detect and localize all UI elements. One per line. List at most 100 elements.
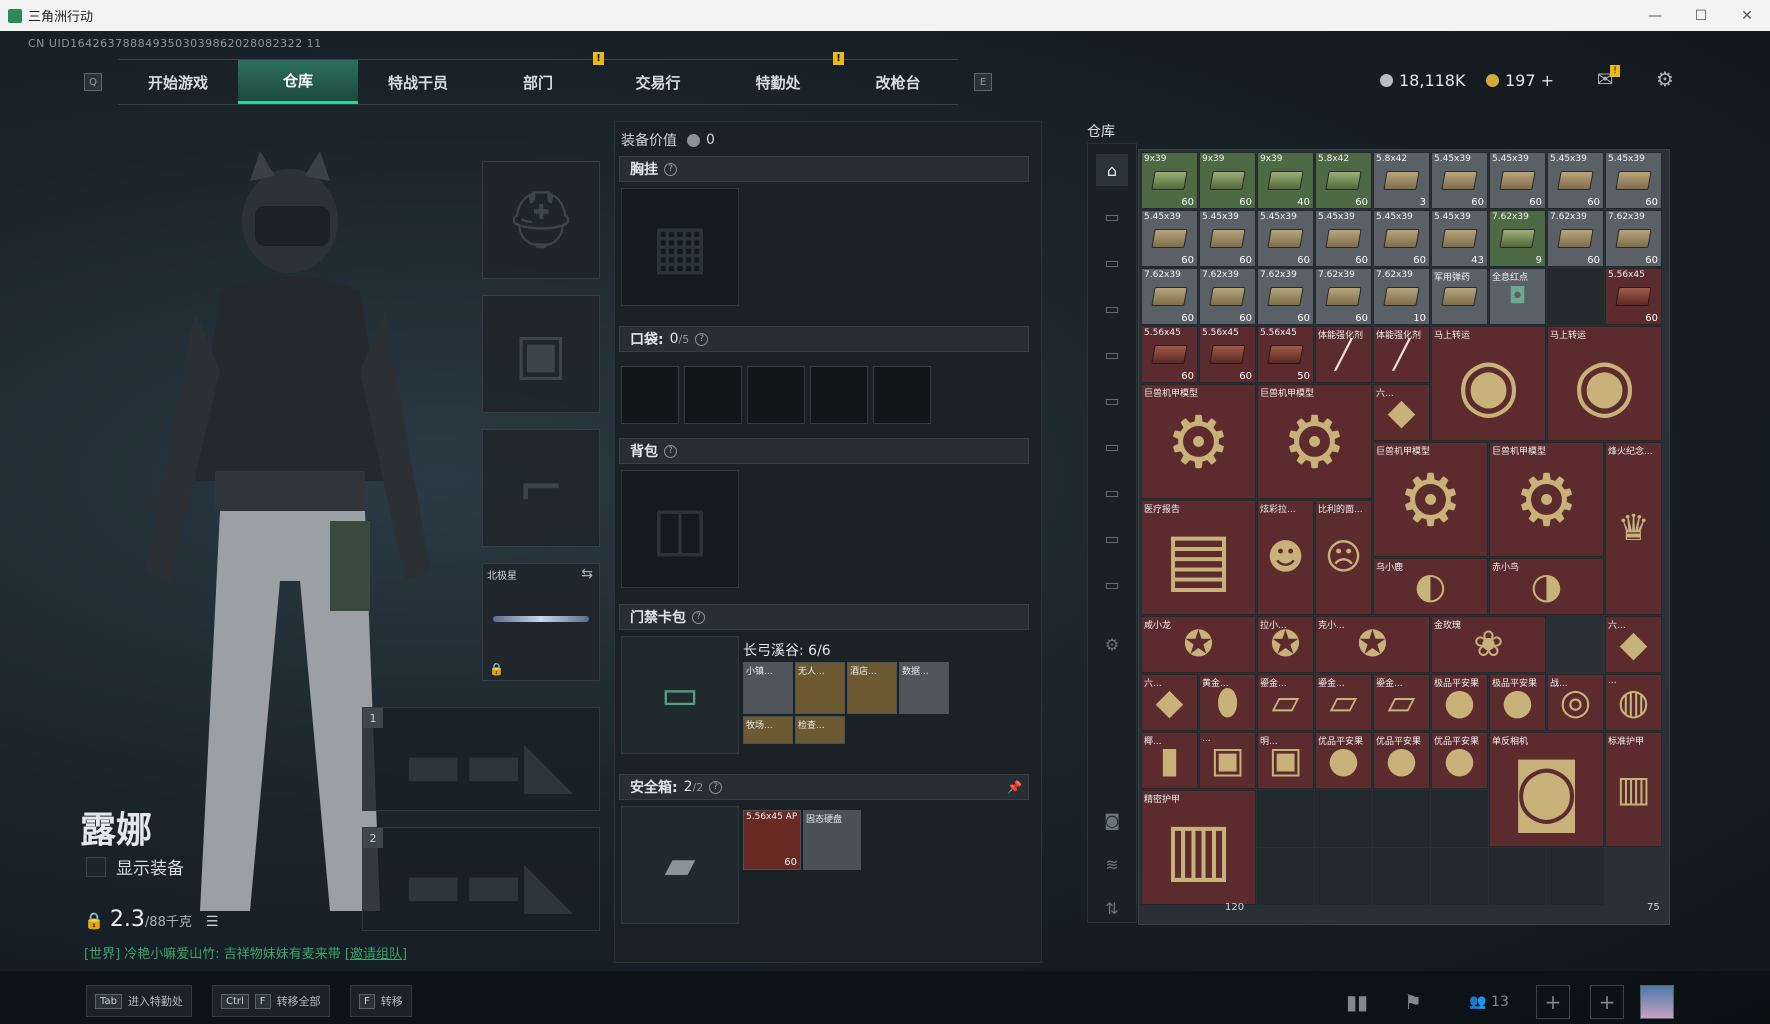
help-icon[interactable]: ? [664, 162, 677, 176]
pocket-slot[interactable] [684, 366, 742, 424]
warehouse-item[interactable]: ╱ 体能强化剂 [1315, 326, 1372, 383]
filter-icon[interactable]: ▭ [1096, 522, 1128, 554]
warehouse-item[interactable]: 5.8x42 60 [1315, 152, 1372, 209]
pocket-slot[interactable] [621, 366, 679, 424]
hint-transfer-all[interactable]: Ctrl F 转移全部 [212, 985, 330, 1017]
empty-cell[interactable] [1315, 790, 1372, 847]
warehouse-item[interactable]: ☹ 比利的面... [1315, 500, 1372, 615]
flag-icon[interactable]: ⚑ [1396, 985, 1430, 1019]
checkbox[interactable] [86, 856, 106, 877]
warehouse-item[interactable]: ● 优品平安果 [1315, 732, 1372, 789]
prev-tab-key[interactable]: Q [84, 73, 102, 91]
empty-cell[interactable] [1373, 848, 1430, 905]
mail-icon[interactable]: ✉! [1590, 65, 1620, 93]
warehouse-item[interactable]: ⬮ 黄金... [1199, 674, 1256, 731]
warehouse-item[interactable]: ● 优品平安果 [1431, 732, 1488, 789]
warehouse-item[interactable]: ▱ 鎏金... [1373, 674, 1430, 731]
warehouse-item[interactable]: 5.45x39 43 [1431, 210, 1488, 267]
keycard-item[interactable]: 小镇... [743, 662, 793, 714]
warehouse-item[interactable]: 5.56x45 60 [1199, 326, 1256, 383]
warehouse-item[interactable]: 5.56x45 50 [1257, 326, 1314, 383]
warehouse-item[interactable]: ◎ 战... [1547, 674, 1604, 731]
keycard-item[interactable]: 数据... [899, 662, 949, 714]
safe-item[interactable]: 固态硬盘 [803, 810, 861, 870]
warehouse-item[interactable]: 5.45x39 60 [1605, 152, 1662, 209]
filter-icon[interactable]: ▭ [1096, 568, 1128, 600]
warehouse-item[interactable]: ▤ 医疗报告 [1141, 500, 1256, 615]
sidearm-slot[interactable]: ⌐ [482, 429, 600, 547]
warehouse-item[interactable]: 9x39 40 [1257, 152, 1314, 209]
help-icon[interactable]: ? [664, 444, 677, 458]
warehouse-item[interactable]: 7.62x39 9 [1489, 210, 1546, 267]
pocket-slot[interactable] [810, 366, 868, 424]
pocket-slot[interactable] [747, 366, 805, 424]
warehouse-item[interactable]: ▣... [1199, 732, 1256, 789]
close-button[interactable]: ✕ [1724, 0, 1770, 31]
warehouse-item[interactable]: ✪ 克小... [1315, 616, 1430, 673]
keycard-item[interactable]: 酒店... [847, 662, 897, 714]
help-icon[interactable]: ? [695, 332, 709, 346]
warehouse-item[interactable]: ◑ 赤小鸟 [1489, 558, 1604, 615]
warehouse-item[interactable]: ▮ 椰... [1141, 732, 1198, 789]
next-tab-key[interactable]: E [974, 73, 992, 91]
avatar[interactable] [1640, 985, 1674, 1019]
sort-icon[interactable]: ⇅ [1096, 892, 1128, 924]
warehouse-item[interactable]: ✪ 咸小龙 [1141, 616, 1256, 673]
tab-2[interactable]: 特战干员 [358, 60, 478, 104]
filter-icon[interactable]: ▭ [1096, 430, 1128, 462]
warehouse-item[interactable]: ▱ 鎏金... [1257, 674, 1314, 731]
warehouse-item[interactable]: ⚙ 巨兽机甲模型 [1373, 442, 1488, 557]
empty-cell[interactable] [1257, 848, 1314, 905]
keycard-case-slot[interactable]: ▭ [621, 636, 739, 754]
warehouse-item[interactable]: ☻ 炫彩拉... [1257, 500, 1314, 615]
maximize-button[interactable]: ☐ [1678, 0, 1724, 31]
warehouse-item[interactable]: ◘ 全息红点 [1489, 268, 1546, 325]
silver-currency[interactable]: 18,118K [1380, 71, 1465, 90]
warehouse-item[interactable]: 9x39 60 [1199, 152, 1256, 209]
layers-icon[interactable]: ≋ [1096, 848, 1128, 880]
tab-3[interactable]: 部门! [478, 52, 604, 104]
invite-link[interactable]: [邀请组队] [345, 947, 407, 962]
warehouse-item[interactable]: 7.62x39 10 [1373, 268, 1430, 325]
warehouse-item[interactable]: 5.45x39 60 [1431, 152, 1488, 209]
warehouse-item[interactable] [1547, 268, 1604, 325]
filter-icon[interactable]: ▭ [1096, 384, 1128, 416]
filter-icon[interactable]: ▭ [1096, 476, 1128, 508]
tab-6[interactable]: 改枪台 [838, 60, 958, 104]
warehouse-item[interactable]: 5.45x39 60 [1315, 210, 1372, 267]
warehouse-item[interactable]: ▥ 标准护甲 [1605, 732, 1662, 847]
gear-icon[interactable]: ⚙ [1096, 628, 1128, 660]
gear-icon[interactable]: ⚙ [1650, 65, 1680, 93]
help-icon[interactable]: ? [709, 780, 723, 794]
stats-icon[interactable]: ▮▮ [1340, 985, 1374, 1019]
keycard-item[interactable]: 无人... [795, 662, 845, 714]
warehouse-item[interactable]: 5.45x39 60 [1373, 210, 1430, 267]
tab-0[interactable]: 开始游戏 [118, 60, 238, 104]
add-slot-button[interactable]: + [1536, 985, 1570, 1019]
warehouse-item[interactable]: 7.62x39 60 [1315, 268, 1372, 325]
warehouse-item[interactable]: ◉ 马上转运 [1547, 326, 1662, 441]
filter-icon[interactable]: ▭ [1096, 246, 1128, 278]
filter-icon[interactable]: ▭ [1096, 338, 1128, 370]
pin-icon[interactable]: 📌 [1007, 780, 1022, 794]
warehouse-item[interactable]: 5.45x39 60 [1489, 152, 1546, 209]
tab-1[interactable]: 仓库 [238, 60, 358, 104]
filter-icon[interactable]: ▭ [1096, 200, 1128, 232]
warehouse-item[interactable]: ▱ 鎏金... [1315, 674, 1372, 731]
helmet-slot[interactable]: ⛑ [482, 161, 600, 279]
warehouse-item[interactable]: ⚙ 巨兽机甲模型 [1257, 384, 1372, 499]
safe-box-slot[interactable]: ▰ [621, 806, 739, 924]
warehouse-item[interactable]: ◆ 六... [1605, 616, 1662, 673]
hint-enter-special[interactable]: Tab 进入特勤处 [86, 985, 192, 1017]
squad-button[interactable]: 👥 13 [1454, 985, 1524, 1019]
warehouse-item[interactable]: 7.62x39 60 [1199, 268, 1256, 325]
warehouse-item[interactable]: 7.62x39 60 [1141, 268, 1198, 325]
warehouse-item[interactable]: ✪ 拉小... [1257, 616, 1314, 673]
warehouse-item[interactable]: 7.62x39 60 [1605, 210, 1662, 267]
swap-icon[interactable]: ⇆ [581, 566, 593, 582]
warehouse-item[interactable]: 5.45x39 60 [1199, 210, 1256, 267]
warehouse-item[interactable]: 5.45x39 60 [1547, 152, 1604, 209]
empty-cell[interactable] [1431, 790, 1488, 847]
empty-cell[interactable] [1489, 848, 1546, 905]
warehouse-item[interactable]: 9x39 60 [1141, 152, 1198, 209]
